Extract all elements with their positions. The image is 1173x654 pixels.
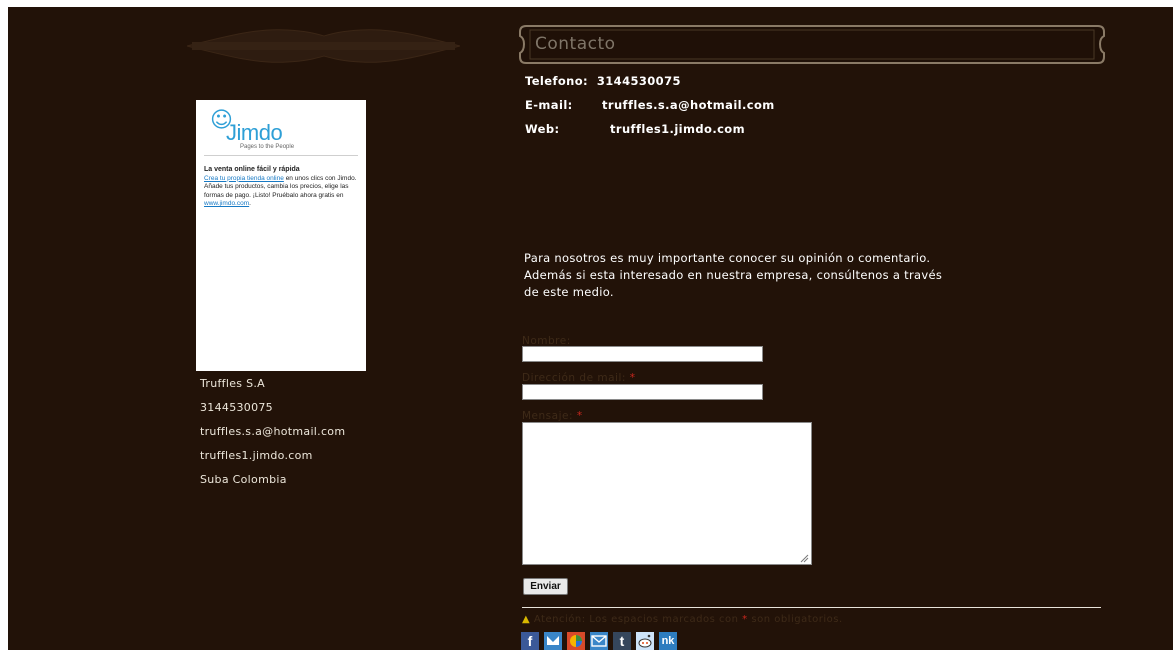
- ad-text: La venta online fácil y rápida Crea tu p…: [204, 166, 359, 209]
- contact-email-value: truffles.s.a@hotmail.com: [602, 98, 775, 112]
- name-input[interactable]: [522, 346, 763, 362]
- ad-create-store-link[interactable]: Crea tu propia tienda online: [204, 175, 284, 182]
- jimdo-logo-tagline: Pages to the People: [240, 144, 295, 150]
- required-note: ▲ Atención: Los espacios marcados con * …: [522, 614, 843, 625]
- reddit-icon[interactable]: [636, 632, 654, 650]
- left-ornament-graphic: [187, 29, 460, 63]
- sidebar-location: Suba Colombia: [200, 473, 287, 486]
- jimdo-ad-box: ☺ Jimdo Pages to the People La venta onl…: [196, 100, 366, 371]
- send-button[interactable]: Enviar: [523, 578, 568, 595]
- form-divider: [522, 607, 1101, 608]
- sidebar-phone: 3144530075: [200, 401, 273, 414]
- netlog-icon[interactable]: nk: [659, 632, 677, 650]
- contact-email-label: E-mail:: [525, 98, 573, 112]
- contact-web-label: Web:: [525, 122, 560, 136]
- email-field-label: Dirección de mail: *: [522, 372, 636, 384]
- contact-web-row: Web: truffles1.jimdo.com: [525, 122, 745, 136]
- contact-phone-value: 3144530075: [596, 74, 681, 88]
- twitter-icon[interactable]: [544, 632, 562, 650]
- message-label-text: Mensaje:: [522, 410, 573, 422]
- intro-paragraph: Para nosotros es muy importante conocer …: [524, 251, 943, 299]
- note-text-after: son obligatorios.: [751, 614, 843, 625]
- note-label: Atención:: [533, 614, 586, 625]
- sidebar-email: truffles.s.a@hotmail.com: [200, 425, 346, 438]
- ad-headline: La venta online fácil y rápida: [204, 166, 300, 173]
- jimdo-logo[interactable]: ☺ Jimdo Pages to the People: [210, 106, 350, 150]
- sidebar-web: truffles1.jimdo.com: [200, 449, 313, 462]
- note-required-asterisk: *: [742, 614, 748, 625]
- note-text-before: Los espacios marcados con: [589, 614, 739, 625]
- facebook-icon[interactable]: f: [521, 632, 539, 650]
- warning-triangle-icon: ▲: [522, 614, 531, 625]
- ad-end-punct: .: [249, 200, 251, 207]
- required-asterisk: *: [629, 372, 636, 384]
- jimdo-logo-text: Jimdo: [226, 120, 283, 145]
- google-icon[interactable]: [567, 632, 585, 650]
- section-title: Contacto: [535, 34, 616, 54]
- email-label-text: Dirección de mail:: [522, 372, 626, 384]
- message-textarea[interactable]: [522, 422, 812, 565]
- required-asterisk: *: [576, 410, 583, 422]
- mail-icon[interactable]: [590, 632, 608, 650]
- tumblr-icon[interactable]: t: [613, 632, 631, 650]
- resize-grip-icon[interactable]: [799, 553, 809, 563]
- contact-web-value: truffles1.jimdo.com: [610, 122, 745, 136]
- ad-jimdo-url-link[interactable]: www.jimdo.com: [204, 200, 249, 207]
- email-input[interactable]: [522, 384, 763, 400]
- message-field-label: Mensaje: *: [522, 410, 583, 422]
- contact-phone-row: Telefono: 3144530075: [525, 74, 681, 88]
- sidebar-company: Truffles S.A: [200, 377, 265, 390]
- contact-email-row: E-mail: truffles.s.a@hotmail.com: [525, 98, 774, 112]
- contact-phone-label: Telefono:: [525, 74, 589, 88]
- ad-divider: [204, 155, 358, 156]
